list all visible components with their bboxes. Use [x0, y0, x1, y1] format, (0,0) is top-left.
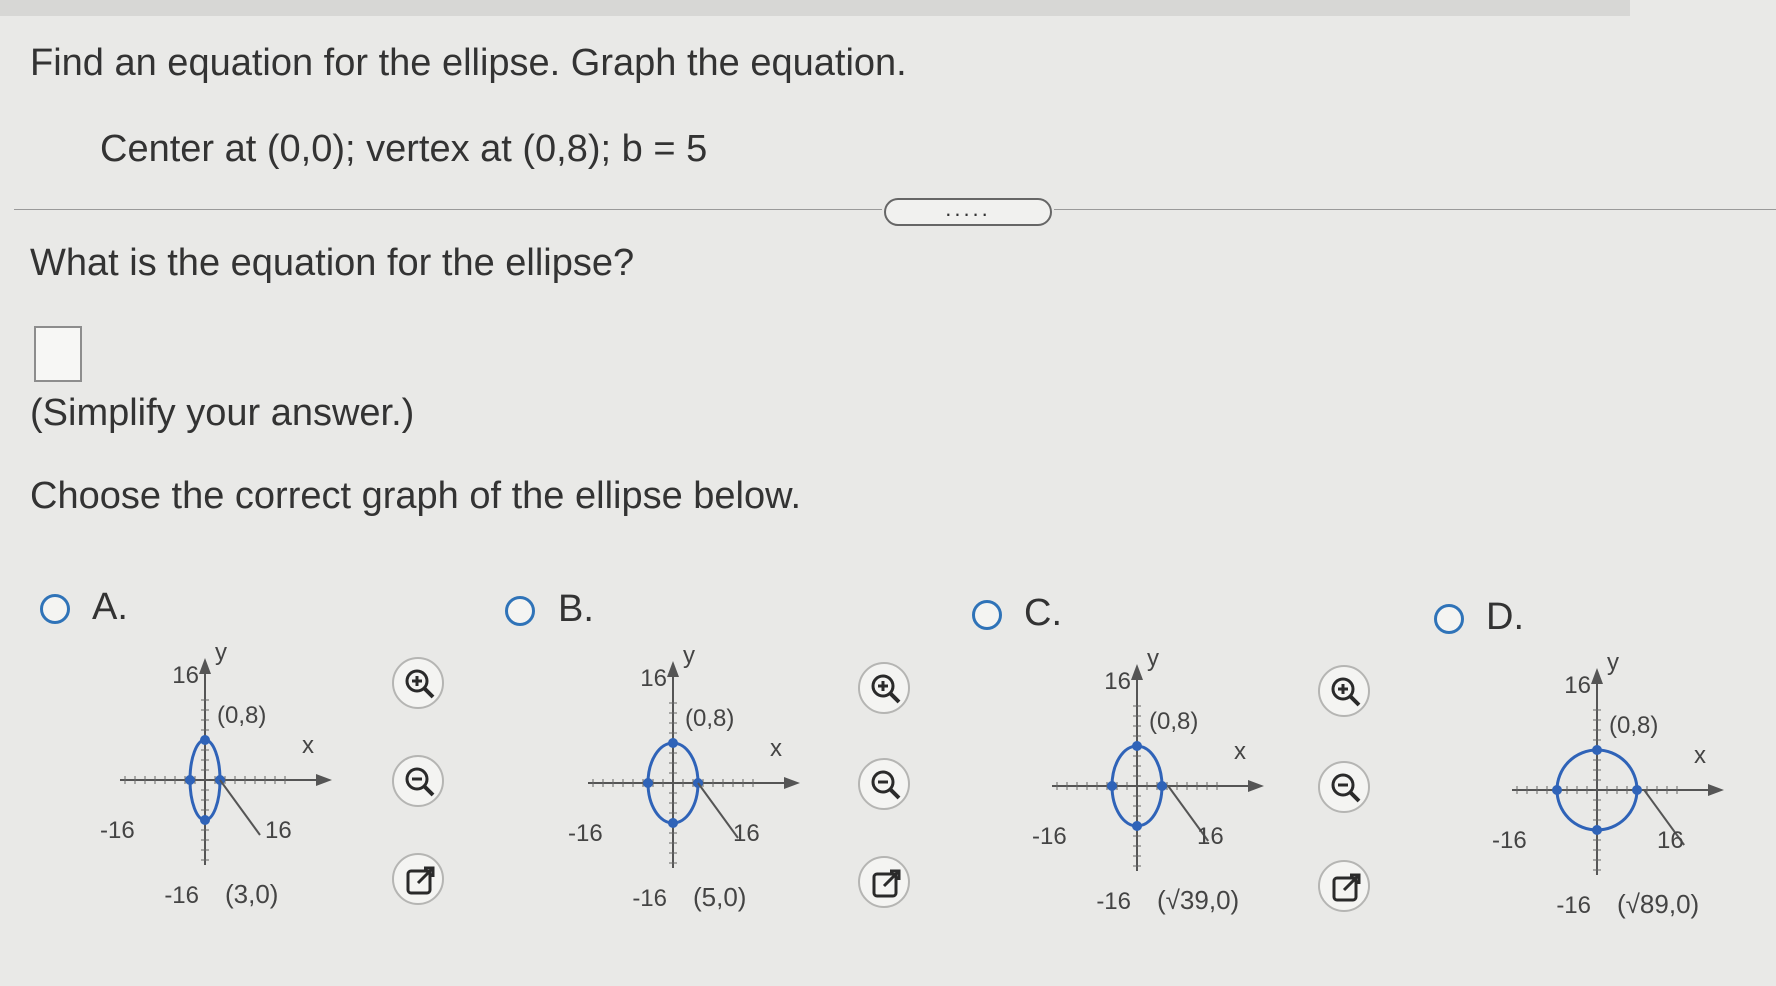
zoom-out-icon: [405, 767, 435, 797]
y-axis-arrow: [667, 661, 679, 677]
vertex-label: (0,8): [217, 702, 266, 729]
focus-label: (√89,0): [1617, 889, 1699, 919]
y-min-tick-label: -16: [164, 882, 199, 909]
y-max-tick-label: 16: [172, 662, 199, 689]
vertex-label: (0,8): [685, 705, 734, 732]
option-c-radio[interactable]: [972, 600, 1002, 630]
focus-leader-line: [219, 779, 261, 836]
ellipse-point: [1132, 741, 1142, 751]
y-max-tick-label: 16: [640, 665, 667, 692]
focus-label: (√39,0): [1157, 885, 1239, 915]
ellipse-point: [200, 735, 210, 745]
ellipse-point: [1592, 745, 1602, 755]
option-d-graph: y x 16 -16 -16 16 (0,8) (√89,0): [1492, 649, 1724, 919]
graph-question: Choose the correct graph of the ellipse …: [30, 475, 802, 517]
question-prompt: Find an equation for the ellipse. Graph …: [30, 42, 907, 84]
y-min-tick-label: -16: [1096, 888, 1131, 915]
y-max-tick-label: 16: [1104, 668, 1131, 695]
zoom-out-icon: [1331, 773, 1361, 803]
option-d-letter: D.: [1486, 596, 1524, 638]
y-min-tick-label: -16: [632, 885, 667, 912]
equation-answer-input[interactable]: [34, 326, 82, 382]
x-axis-arrow: [1248, 780, 1264, 792]
zoom-in-icon: [871, 674, 901, 704]
ellipse-point: [1132, 821, 1142, 831]
option-c-zoom-in-button[interactable]: [1318, 665, 1370, 717]
zoom-in-icon: [405, 669, 435, 699]
show-more-button[interactable]: .....: [884, 198, 1052, 226]
option-a-zoom-out-button[interactable]: [392, 755, 444, 807]
ellipse-point: [1632, 785, 1642, 795]
y-axis-label: y: [1147, 645, 1159, 672]
y-max-tick-label: 16: [1564, 672, 1591, 699]
top-bar: [0, 0, 1630, 16]
x-axis-arrow: [784, 777, 800, 789]
question-given: Center at (0,0); vertex at (0,8); b = 5: [100, 128, 708, 170]
x-max-tick-label: 16: [1657, 827, 1684, 854]
vertex-label: (0,8): [1609, 712, 1658, 739]
option-b-letter: B.: [558, 588, 594, 630]
x-axis-arrow: [316, 774, 332, 786]
divider-left: [14, 209, 882, 210]
equation-question: What is the equation for the ellipse?: [30, 242, 635, 284]
x-max-tick-label: 16: [265, 817, 292, 844]
popout-icon: [872, 869, 901, 898]
x-min-tick-label: -16: [568, 820, 603, 847]
vertex-label: (0,8): [1149, 708, 1198, 735]
ellipse-point: [668, 738, 678, 748]
option-a-radio[interactable]: [40, 594, 70, 624]
y-axis-arrow: [1591, 668, 1603, 684]
x-axis-label: x: [302, 732, 314, 759]
y-axis-label: y: [1607, 649, 1619, 676]
option-a-popout-button[interactable]: [392, 853, 444, 905]
divider-right: [1054, 209, 1776, 210]
zoom-out-icon: [871, 770, 901, 800]
option-c-zoom-out-button[interactable]: [1318, 761, 1370, 813]
ellipse-point: [200, 815, 210, 825]
more-dots: .....: [945, 196, 991, 221]
ellipse-point: [1592, 825, 1602, 835]
y-min-tick-label: -16: [1556, 892, 1591, 919]
option-b-graph: y x 16 -16 -16 16 (0,8) (5,0): [568, 642, 800, 912]
option-c-letter: C.: [1024, 592, 1062, 634]
x-axis-label: x: [770, 735, 782, 762]
focus-label: (3,0): [225, 879, 278, 909]
ellipse-point: [643, 778, 653, 788]
option-c-graph: y x 16 -16 -16 16 (0,8) (√39,0): [1032, 645, 1264, 915]
x-min-tick-label: -16: [1492, 827, 1527, 854]
x-axis-label: x: [1234, 738, 1246, 765]
ellipse-point: [1107, 781, 1117, 791]
ellipse-point: [185, 775, 195, 785]
x-max-tick-label: 16: [733, 820, 760, 847]
x-axis-arrow: [1708, 784, 1724, 796]
ellipse-point: [1157, 781, 1167, 791]
option-b-radio[interactable]: [505, 596, 535, 626]
popout-icon: [406, 866, 435, 895]
x-min-tick-label: -16: [100, 817, 135, 844]
y-axis-arrow: [199, 658, 211, 674]
option-b-zoom-out-button[interactable]: [858, 758, 910, 810]
popout-icon: [1332, 873, 1361, 902]
ellipse-point: [1552, 785, 1562, 795]
simplify-hint: (Simplify your answer.): [30, 392, 415, 434]
option-d-radio[interactable]: [1434, 604, 1464, 634]
option-a-graph: y x 16 -16 -16 16 (0,8) (3,0): [100, 639, 332, 909]
x-min-tick-label: -16: [1032, 823, 1067, 850]
x-max-tick-label: 16: [1197, 823, 1224, 850]
option-b-zoom-in-button[interactable]: [858, 662, 910, 714]
y-axis-arrow: [1131, 664, 1143, 680]
focus-label: (5,0): [693, 882, 746, 912]
ellipse-point: [668, 818, 678, 828]
option-b-popout-button[interactable]: [858, 856, 910, 908]
option-a-letter: A.: [92, 586, 128, 628]
focus-leader-line: [697, 782, 739, 839]
option-a-zoom-in-button[interactable]: [392, 657, 444, 709]
option-c-popout-button[interactable]: [1318, 860, 1370, 912]
zoom-in-icon: [1331, 677, 1361, 707]
x-axis-label: x: [1694, 742, 1706, 769]
y-axis-label: y: [683, 642, 695, 669]
y-axis-label: y: [215, 639, 227, 666]
